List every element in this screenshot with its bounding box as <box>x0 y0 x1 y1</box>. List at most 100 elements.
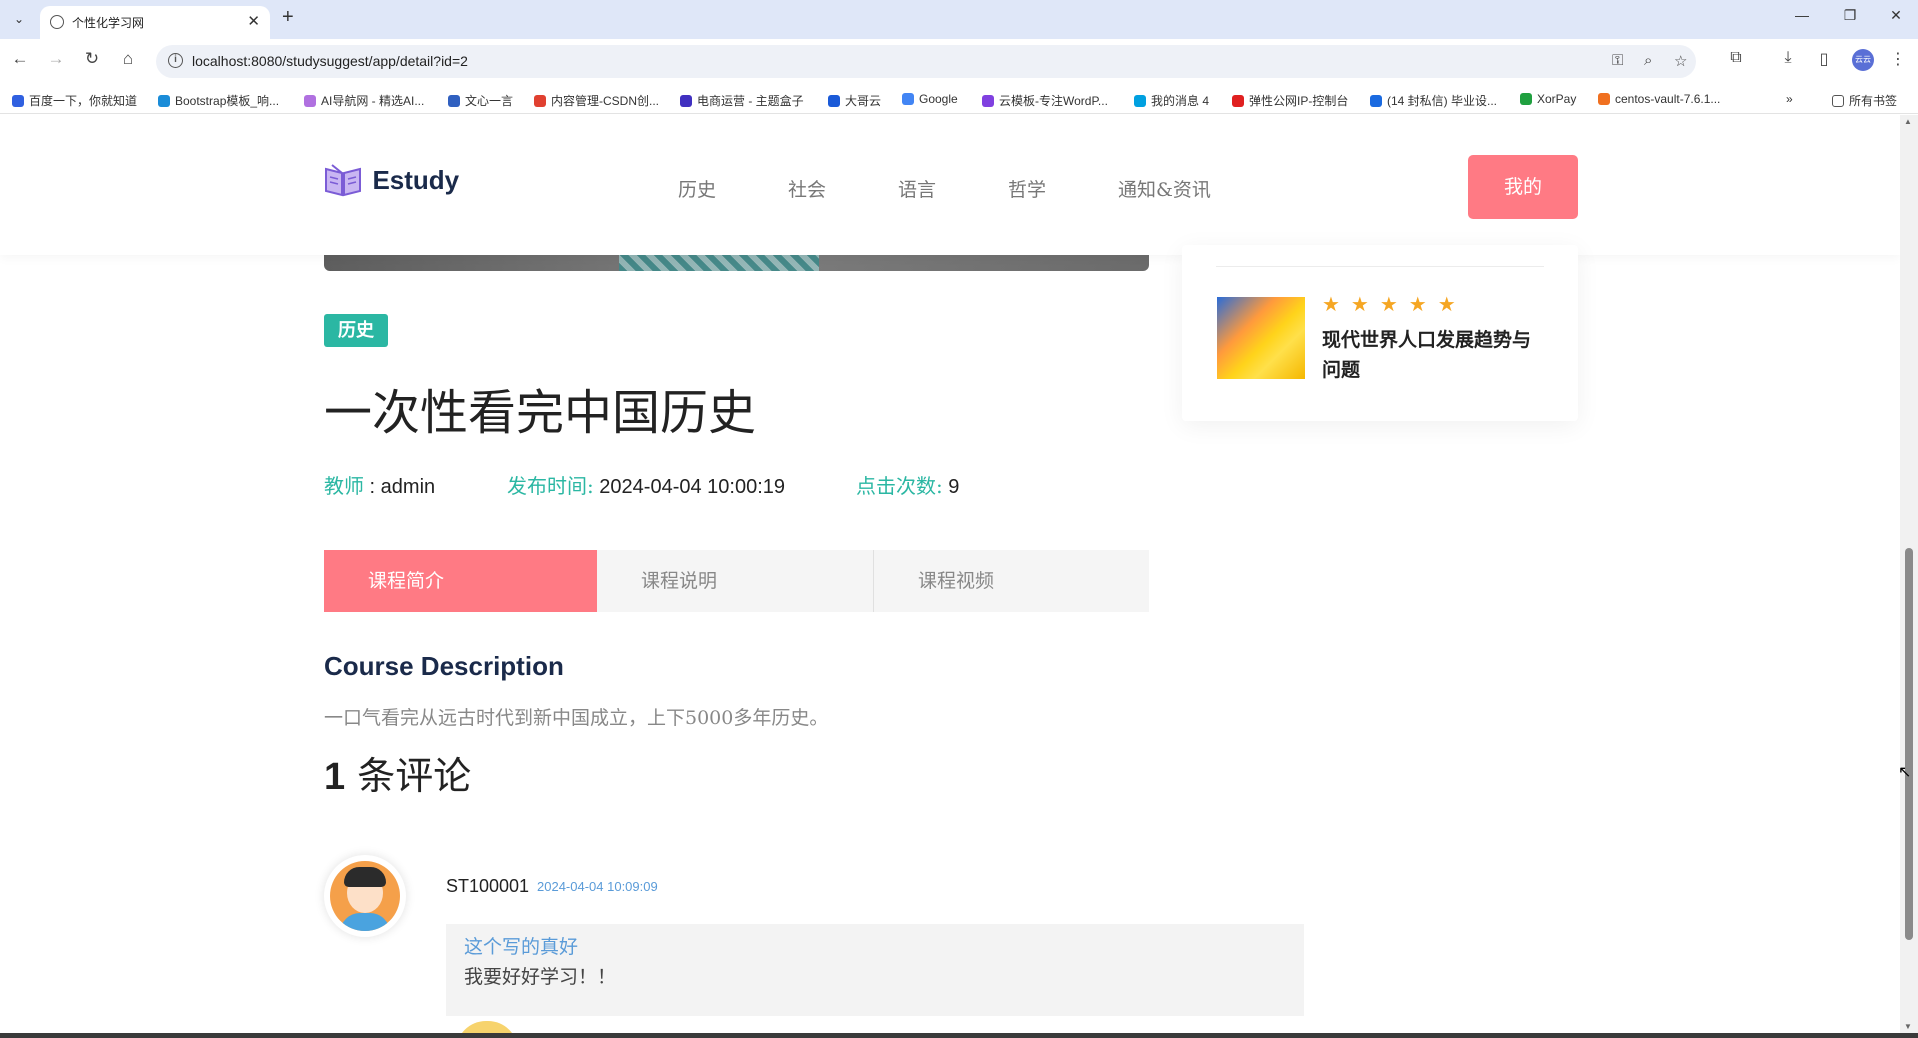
bookmark-icon <box>304 95 316 107</box>
user-avatar-icon <box>330 861 400 931</box>
category-badge[interactable]: 历史 <box>324 314 388 347</box>
bookmark-item[interactable]: (14 封私信) 毕业设... <box>1370 92 1497 109</box>
browser-tabbar: ⌄ 个性化学习网 ✕ + — ❐ ✕ <box>0 0 1918 39</box>
bookmarks-bar: 百度一下，你就知道 Bootstrap模板_响... AI导航网 - 精选AI.… <box>0 84 1918 114</box>
bookmark-item[interactable]: 弹性公网IP-控制台 <box>1232 92 1348 109</box>
bookmark-icon <box>448 95 460 107</box>
close-tab-icon[interactable]: ✕ <box>247 12 260 30</box>
folder-icon <box>1832 95 1844 107</box>
book-logo-icon <box>325 164 361 197</box>
all-bookmarks-folder[interactable]: 所有书签 <box>1832 92 1897 109</box>
clicks-value: 9 <box>942 476 960 498</box>
comment-count: 1 <box>324 756 346 798</box>
logo-text: Estudy <box>372 164 460 195</box>
new-tab-button[interactable]: + <box>282 6 294 29</box>
site-info-icon[interactable]: i <box>168 53 183 68</box>
reload-icon[interactable]: ↻ <box>80 49 104 69</box>
bookmark-item[interactable]: Google <box>902 92 958 106</box>
teacher-label: 教师 <box>324 474 364 498</box>
scroll-down-arrow-icon[interactable]: ▼ <box>1904 1022 1912 1031</box>
bookmark-item[interactable]: 电商运营 - 主题盒子 <box>680 92 804 109</box>
bookmark-icon <box>680 95 692 107</box>
nav-philosophy[interactable]: 哲学 <box>1008 175 1046 202</box>
avatar <box>456 1021 518 1033</box>
bookmark-item[interactable]: XorPay <box>1520 92 1576 106</box>
bookmark-icon <box>1134 95 1146 107</box>
forward-icon[interactable]: → <box>44 49 68 69</box>
tab-notes[interactable]: 课程说明 <box>597 550 873 612</box>
my-account-button[interactable]: 我的 <box>1468 155 1578 219</box>
bookmark-item[interactable]: 我的消息 4 <box>1134 92 1209 109</box>
close-window-button[interactable]: ✕ <box>1876 7 1916 24</box>
tab-intro[interactable]: 课程简介 <box>324 550 597 612</box>
comment-username: ST100001 <box>446 876 530 896</box>
site-logo[interactable]: Estudy <box>324 163 459 197</box>
clicks-label: 点击次数: <box>856 474 943 498</box>
menu-icon[interactable]: ⋮ <box>1886 49 1910 69</box>
back-icon[interactable]: ← <box>8 49 32 69</box>
side-panel-icon[interactable]: ▯ <box>1812 49 1836 69</box>
course-tabs: 课程简介 课程说明 课程视频 <box>324 550 1149 612</box>
scroll-up-arrow-icon[interactable]: ▲ <box>1904 117 1912 126</box>
bookmark-item[interactable]: 文心一言 <box>448 92 513 109</box>
nav-society[interactable]: 社会 <box>788 175 826 202</box>
meta-teacher: 教师 : admin <box>324 470 435 499</box>
avatar <box>324 855 406 937</box>
home-icon[interactable]: ⌂ <box>116 49 140 69</box>
bookmark-item[interactable]: 内容管理-CSDN创... <box>534 92 659 109</box>
tab-video[interactable]: 课程视频 <box>874 550 1149 612</box>
url-text[interactable]: localhost:8080/studysuggest/app/detail?i… <box>192 53 468 69</box>
bookmark-icon <box>828 95 840 107</box>
bookmark-star-icon[interactable]: ☆ <box>1674 52 1687 70</box>
rating-stars-icon: ★★★★★ <box>1322 294 1467 316</box>
nav-history[interactable]: 历史 <box>678 175 716 202</box>
minimize-button[interactable]: — <box>1782 7 1822 23</box>
bookmark-item[interactable]: 大哥云 <box>828 92 881 109</box>
scrollbar-thumb[interactable] <box>1905 548 1913 940</box>
meta-clicks: 点击次数: 9 <box>856 470 959 499</box>
nav-news[interactable]: 通知&资讯 <box>1118 175 1211 202</box>
browser-tab-active[interactable]: 个性化学习网 ✕ <box>40 6 270 39</box>
publish-value: 2024-04-04 10:00:19 <box>593 476 786 498</box>
recommend-thumbnail[interactable] <box>1217 297 1305 379</box>
page-scrollbar[interactable]: ▲ ▼ <box>1900 115 1918 1033</box>
profile-avatar[interactable]: 云云 <box>1852 49 1874 71</box>
more-bookmarks-icon[interactable]: » <box>1786 92 1793 106</box>
bookmark-item[interactable]: 百度一下，你就知道 <box>12 92 137 109</box>
google-icon <box>902 93 914 105</box>
bookmark-item[interactable]: Bootstrap模板_响... <box>158 92 279 109</box>
comment-timestamp: 2024-04-04 10:09:09 <box>537 879 658 894</box>
zoom-icon[interactable]: ⌕ <box>1644 52 1652 69</box>
bookmark-icon <box>534 95 546 107</box>
description-text: 一口气看完从远古时代到新中国成立，上下5000多年历史。 <box>324 707 829 729</box>
recommend-card: ★★★★★ 现代世界人口发展趋势与问题 <box>1182 245 1578 421</box>
bookmark-item[interactable]: AI导航网 - 精选AI... <box>304 92 424 109</box>
bookmark-icon <box>982 95 994 107</box>
nav-language[interactable]: 语言 <box>898 175 936 202</box>
bookmark-icon <box>1232 95 1244 107</box>
comment-content: 这个写的真好 我要好好学习！！ <box>446 924 1304 1016</box>
bookmark-icon <box>1370 95 1382 107</box>
restore-button[interactable]: ❐ <box>1830 7 1870 24</box>
bookmark-icon <box>158 95 170 107</box>
bookmark-icon <box>1598 93 1610 105</box>
bookmark-icon <box>12 95 24 107</box>
password-key-icon[interactable]: ⚿ <box>1612 52 1623 69</box>
download-icon[interactable]: ⤓ <box>1776 49 1800 67</box>
divider <box>1216 266 1544 267</box>
page-viewport: Estudy 历史 社会 语言 哲学 通知&资讯 我的 ★★★★★ 现代世界人口… <box>0 115 1900 1033</box>
comment-title: 这个写的真好 <box>464 936 579 958</box>
tab-title: 个性化学习网 <box>72 16 145 30</box>
tab-search-icon[interactable]: ⌄ <box>8 8 30 30</box>
bookmark-item[interactable]: 云模板-专注WordP... <box>982 92 1108 109</box>
browser-toolbar: ← → ↻ ⌂ i localhost:8080/studysuggest/ap… <box>0 39 1918 84</box>
extensions-icon[interactable]: ⧉ <box>1724 49 1748 67</box>
comment-count-label: 条评论 <box>345 754 472 798</box>
site-header: Estudy 历史 社会 语言 哲学 通知&资讯 我的 <box>0 115 1900 255</box>
mouse-cursor-icon: ↖ <box>1898 764 1912 781</box>
address-bar[interactable]: i localhost:8080/studysuggest/app/detail… <box>156 45 1696 78</box>
bookmark-item[interactable]: centos-vault-7.6.1... <box>1598 92 1720 106</box>
window-bottom-edge <box>0 1033 1918 1038</box>
publish-label: 发布时间: <box>507 474 594 498</box>
recommend-title[interactable]: 现代世界人口发展趋势与问题 <box>1322 325 1542 385</box>
